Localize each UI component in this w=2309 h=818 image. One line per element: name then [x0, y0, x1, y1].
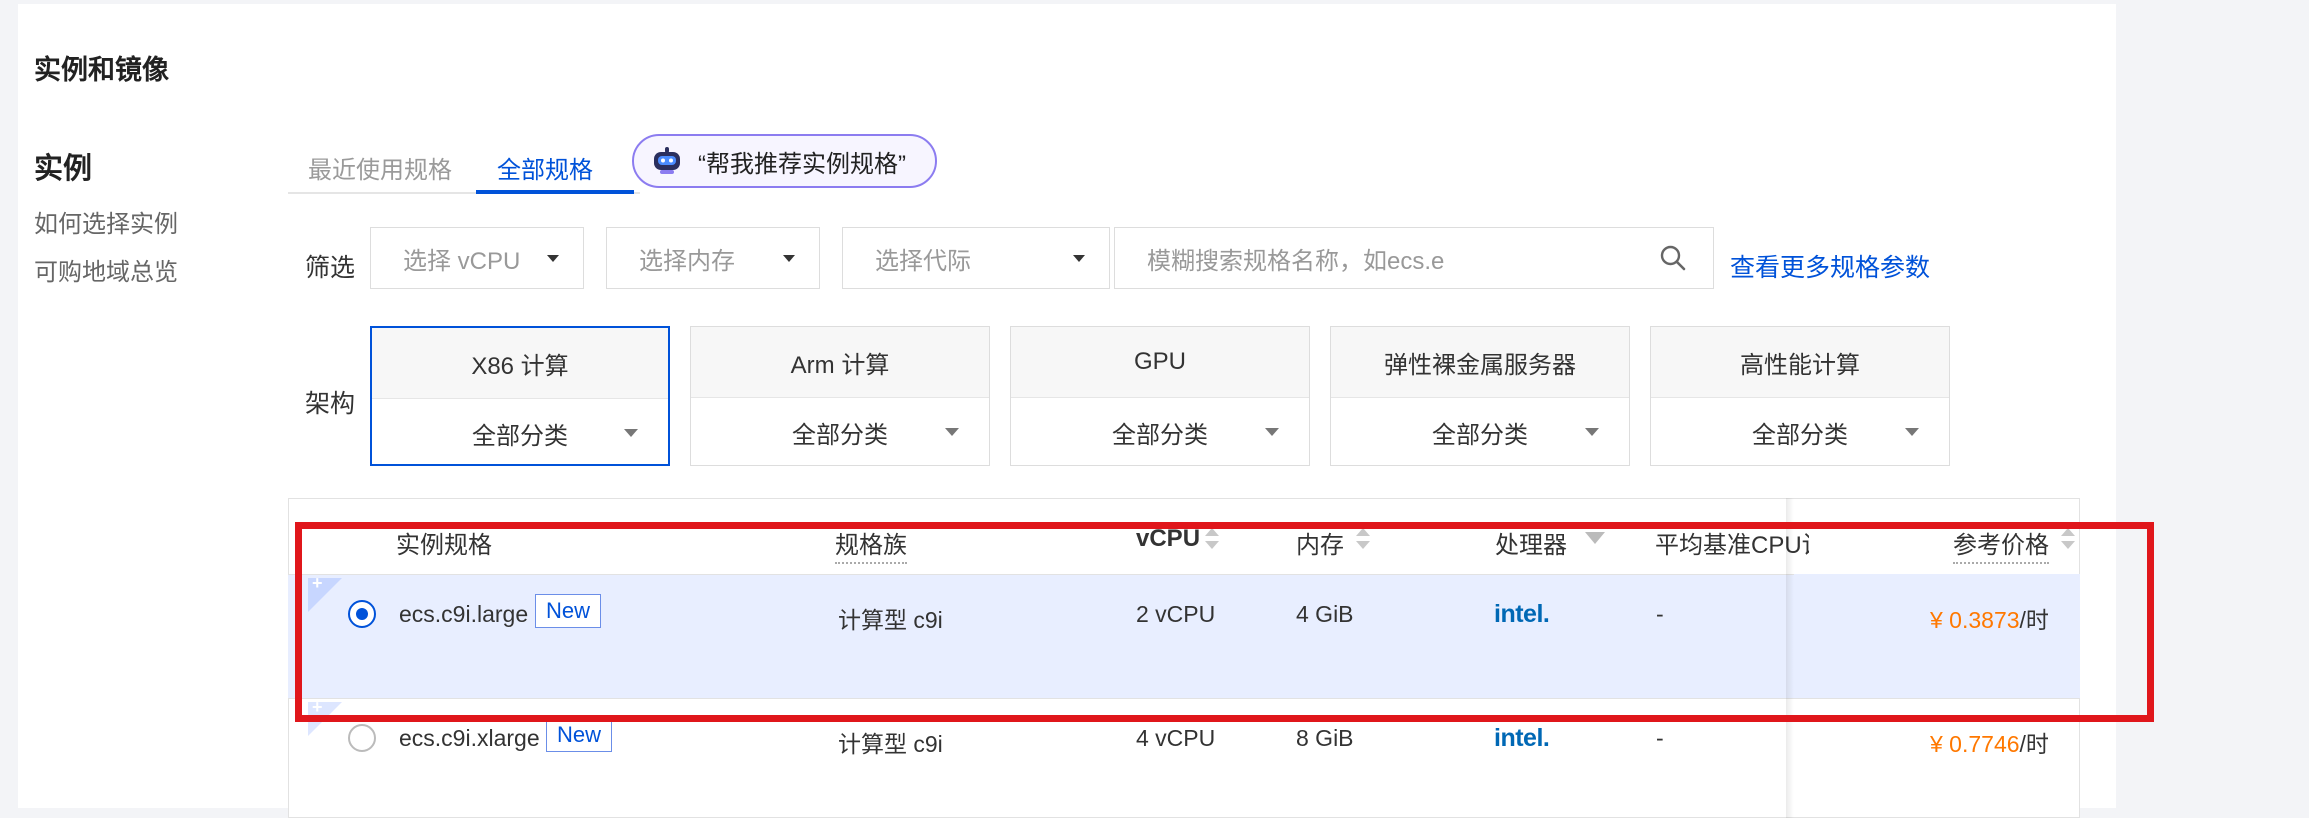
- vcpu-select[interactable]: 选择 vCPU: [370, 227, 584, 289]
- arch-card-title: Arm 计算: [691, 327, 989, 398]
- arch-category-select[interactable]: 全部分类: [691, 398, 989, 466]
- spec-vcpu: 4 vCPU: [1136, 725, 1216, 751]
- caret-down-icon: [547, 255, 559, 262]
- tab-recent-specs[interactable]: 最近使用规格: [308, 150, 452, 185]
- tab-all-specs[interactable]: 全部规格: [497, 150, 593, 185]
- arch-category-select[interactable]: 全部分类: [1651, 398, 1949, 466]
- caret-down-icon: [1073, 255, 1085, 262]
- arch-card-bare-metal[interactable]: 弹性裸金属服务器 全部分类: [1330, 326, 1630, 466]
- spec-price: ¥ 0.7746/时: [1930, 725, 2049, 759]
- spec-name: ecs.c9i.xlarge: [399, 725, 540, 751]
- search-icon[interactable]: [1659, 244, 1687, 279]
- spec-memory: 8 GiB: [1296, 725, 1354, 751]
- search-placeholder: 模糊搜索规格名称，如ecs.e: [1147, 247, 1445, 275]
- arch-category-select[interactable]: 全部分类: [1331, 398, 1629, 466]
- arch-card-title: 弹性裸金属服务器: [1331, 327, 1629, 398]
- spec-search-input[interactable]: 模糊搜索规格名称，如ecs.e: [1114, 227, 1714, 289]
- arch-card-title: X86 计算: [372, 328, 668, 399]
- arch-category-select[interactable]: 全部分类: [372, 399, 668, 467]
- arch-card-arm[interactable]: Arm 计算 全部分类: [690, 326, 990, 466]
- arch-category-value: 全部分类: [1112, 421, 1208, 449]
- arch-card-x86[interactable]: X86 计算 全部分类: [370, 326, 670, 466]
- link-how-to-choose-instance[interactable]: 如何选择实例: [34, 204, 178, 239]
- generation-select-placeholder: 选择代际: [875, 247, 971, 275]
- arch-category-value: 全部分类: [1432, 421, 1528, 449]
- intel-logo-icon: intel.: [1494, 724, 1550, 752]
- link-region-overview[interactable]: 可购地域总览: [34, 252, 178, 287]
- arch-category-value: 全部分类: [1752, 421, 1848, 449]
- spec-family: 计算型 c9i: [838, 731, 943, 757]
- price-unit: /时: [2019, 731, 2049, 757]
- row-radio-unselected[interactable]: [348, 724, 376, 752]
- caret-down-icon: [783, 255, 795, 262]
- caret-down-icon: [624, 429, 638, 437]
- arch-card-hpc[interactable]: 高性能计算 全部分类: [1650, 326, 1950, 466]
- ai-recommend-label: “帮我推荐实例规格”: [698, 150, 906, 178]
- arch-category-select[interactable]: 全部分类: [1011, 398, 1309, 466]
- memory-select-placeholder: 选择内存: [639, 247, 735, 275]
- arch-category-value: 全部分类: [472, 422, 568, 450]
- memory-select[interactable]: 选择内存: [606, 227, 820, 289]
- caret-down-icon: [1905, 428, 1919, 436]
- vcpu-select-placeholder: 选择 vCPU: [403, 247, 521, 275]
- price-value: ¥ 0.7746: [1930, 731, 2020, 757]
- caret-down-icon: [1585, 428, 1599, 436]
- filter-label: 筛选: [305, 254, 356, 282]
- highlight-annotation-box: [295, 522, 2154, 722]
- caret-down-icon: [945, 428, 959, 436]
- sidebar-title: 实例: [34, 153, 93, 185]
- arch-category-value: 全部分类: [792, 421, 888, 449]
- arch-card-gpu[interactable]: GPU 全部分类: [1010, 326, 1310, 466]
- arch-card-title: 高性能计算: [1651, 327, 1949, 398]
- new-badge: New: [546, 718, 613, 752]
- ai-recommend-button[interactable]: “帮我推荐实例规格”: [632, 134, 937, 188]
- architecture-label: 架构: [305, 390, 356, 418]
- caret-down-icon: [1265, 428, 1279, 436]
- robot-icon: [650, 146, 684, 176]
- spec-baseline-cpu: -: [1656, 725, 1664, 751]
- section-title: 实例和镜像: [34, 55, 169, 85]
- active-tab-indicator: [476, 190, 634, 194]
- arch-card-title: GPU: [1011, 327, 1309, 398]
- generation-select[interactable]: 选择代际: [842, 227, 1110, 289]
- more-spec-params-link[interactable]: 查看更多规格参数: [1730, 248, 1930, 284]
